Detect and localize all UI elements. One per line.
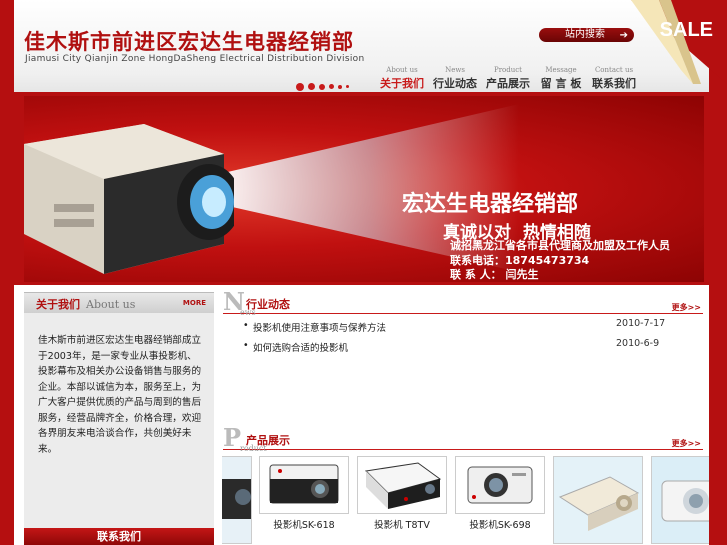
sale-corner: SALE [631,0,727,84]
products-more-link[interactable]: 更多>> [672,438,701,449]
nav-en-label: Product [494,66,522,74]
product-card[interactable] [222,456,252,545]
nav-cn-label: 行业动态 [433,77,477,90]
main-content: 关于我们 About us MORE 佳木斯市前进区宏达生电器经销部成立于200… [14,285,709,545]
about-us-text: 佳木斯市前进区宏达生电器经销部成立于2003年，是一家专业从事投影机、投影幕布及… [38,335,202,455]
header: 佳木斯市前进区宏达生电器经销部 Jiamusi City Qianjin Zon… [14,0,709,92]
banner-title: 宏达生电器经销部 [402,191,579,217]
bullet-icon: • [243,340,249,351]
about-us-title-en: About us [86,298,136,311]
product-image[interactable] [357,456,447,514]
about-us-panel: 关于我们 About us MORE 佳木斯市前进区宏达生电器经销部成立于200… [24,292,214,532]
product-image[interactable] [455,456,545,514]
bullet-icon: • [243,320,249,331]
products-section-header: P 产品展示 roduct 更多>> [223,423,703,453]
banner-contact-person: 联 系 人： 闫先生 [450,268,539,281]
product-image[interactable] [259,456,349,514]
nav-message[interactable]: Message 留 言 板 [537,66,585,91]
nav-cn-label: 产品展示 [486,77,530,90]
news-item-date: 2010-6-9 [616,338,660,349]
product-card[interactable] [553,456,643,545]
about-us-header: 关于我们 About us MORE [24,292,214,313]
nav-en-label: News [445,66,465,74]
news-item-title[interactable]: 投影机使用注意事项与保养方法 [253,320,386,334]
site-subtitle: Jiamusi City Qianjin Zone HongDaSheng El… [25,54,365,64]
product-image[interactable] [651,456,709,544]
product-card[interactable] [651,456,709,545]
nav-news[interactable]: News 行业动态 [431,66,479,91]
decorative-dots [296,76,353,95]
hero-banner: 宏达生电器经销部 真诚以对 热情相随 诚招黑龙江省各市县代理商及加盟及工作人员 … [24,96,704,282]
news-more-link[interactable]: 更多>> [672,302,701,313]
product-image[interactable] [222,456,252,544]
site-search-button[interactable]: 站内搜索 ➔ [539,28,634,42]
news-item[interactable]: • 如何选购合适的投影机 2010-6-9 [243,338,693,354]
product-image[interactable] [553,456,643,544]
about-more-link[interactable]: MORE [183,299,206,307]
product-card[interactable]: 投影机SK-618 [259,456,349,531]
about-us-title: 关于我们 [36,298,80,311]
product-card[interactable]: 投影机 T8TV [357,456,447,531]
banner-recruit-text: 诚招黑龙江省各市县代理商及加盟及工作人员 [450,239,670,252]
nav-en-label: About us [386,66,418,74]
news-item-title[interactable]: 如何选购合适的投影机 [253,340,348,354]
products-title-en: roduct [240,444,267,453]
news-item[interactable]: • 投影机使用注意事项与保养方法 2010-7-17 [243,318,693,334]
product-card[interactable]: 投影机SK-698 [455,456,545,531]
contact-us-header[interactable]: 联系我们 [24,528,214,545]
site-title[interactable]: 佳木斯市前进区宏达生电器经销部 [24,26,354,56]
nav-cn-label: 关于我们 [380,77,424,90]
product-scroller: 投影机SK-618 投影机 T8TV 投影机SK-698 [222,454,709,545]
sale-ribbon-icon [631,0,727,84]
news-section-header: N 行业动态 ews 更多>> [223,290,703,317]
left-border [0,0,14,545]
nav-cn-label: 留 言 板 [540,77,582,90]
products-letter: P [223,423,242,452]
arrow-right-icon: ➔ [619,30,628,41]
product-label: 投影机 T8TV [374,520,430,531]
product-label: 投影机SK-698 [469,520,531,531]
sale-badge: SALE [659,19,713,41]
projector-image [24,124,234,274]
nav-product[interactable]: Product 产品展示 [484,66,532,91]
news-item-date: 2010-7-17 [616,318,666,329]
news-title-en: ews [240,308,256,317]
nav-en-label: Message [545,66,577,74]
product-label: 投影机SK-618 [273,520,335,531]
nav-about-us[interactable]: About us 关于我们 [378,66,426,91]
page: 佳木斯市前进区宏达生电器经销部 Jiamusi City Qianjin Zon… [0,0,727,545]
